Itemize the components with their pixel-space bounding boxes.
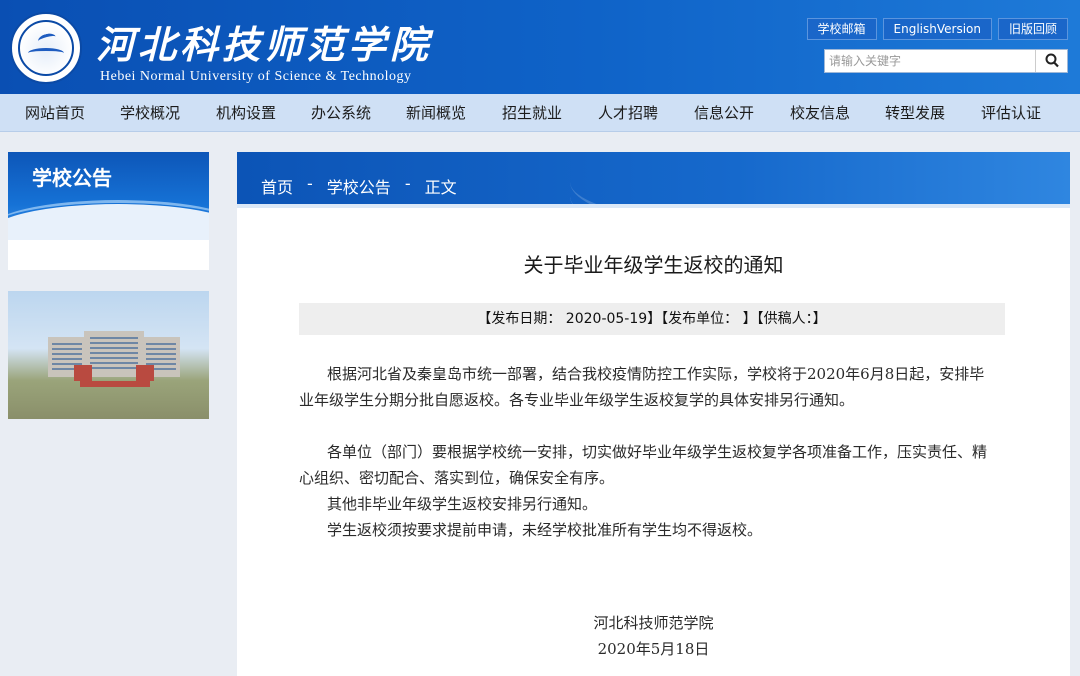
article-title: 关于毕业年级学生返校的通知 <box>523 253 784 277</box>
nav-item-disclosure[interactable]: 信息公开 <box>694 94 754 132</box>
nav-item-alumni[interactable]: 校友信息 <box>790 94 850 132</box>
search-button[interactable] <box>1035 50 1067 72</box>
content-header: 首页 - 学校公告 - 正文 <box>237 152 1070 208</box>
old-version-link[interactable]: 旧版回顾 <box>997 18 1068 40</box>
nav-item-office[interactable]: 办公系统 <box>311 94 371 132</box>
english-version-link[interactable]: EnglishVersion <box>882 18 992 40</box>
nav-item-news[interactable]: 新闻概览 <box>406 94 466 132</box>
logo-wave <box>28 48 64 58</box>
article-paragraph: 各单位（部门）要根据学校统一安排，切实做好毕业年级学生返校复学各项准备工作，压实… <box>299 443 988 487</box>
search-box <box>824 49 1068 73</box>
site-subtitle: Hebei Normal University of Science & Tec… <box>100 69 412 84</box>
top-links: 学校邮箱 EnglishVersion 旧版回顾 <box>806 18 1068 40</box>
school-email-link[interactable]: 学校邮箱 <box>806 18 877 40</box>
site-title[interactable]: 河北科技师范学院 <box>96 14 432 69</box>
article-panel: 首页 - 学校公告 - 正文 关于毕业年级学生返校的通知 【发布日期： 2020… <box>237 152 1070 676</box>
breadcrumb-home[interactable]: 首页 <box>261 174 293 198</box>
nav-item-overview[interactable]: 学校概况 <box>120 94 180 132</box>
breadcrumb-current: 正文 <box>424 178 457 197</box>
nav-item-transformation[interactable]: 转型发展 <box>885 94 945 132</box>
article-date: 2020年5月18日 <box>597 640 710 658</box>
header-swoosh <box>570 152 1070 208</box>
sidebar-title: 学校公告 <box>32 166 112 190</box>
sidebar-header: 学校公告 <box>8 152 209 240</box>
nav-item-admissions[interactable]: 招生就业 <box>502 94 562 132</box>
main-nav: 网站首页 学校概况 机构设置 办公系统 新闻概览 招生就业 人才招聘 信息公开 … <box>0 94 1080 132</box>
building-red-banner <box>80 381 150 387</box>
breadcrumb-announcements[interactable]: 学校公告 <box>327 174 391 198</box>
search-icon <box>1045 53 1059 68</box>
header-edge <box>237 204 1070 208</box>
sidebar-list <box>8 240 209 270</box>
nav-item-recruitment[interactable]: 人才招聘 <box>598 94 658 132</box>
nav-item-home[interactable]: 网站首页 <box>25 94 85 132</box>
article-meta: 【发布日期： 2020-05-19】【发布单位： 】【供稿人：】 <box>299 303 1005 335</box>
search-input[interactable] <box>825 50 1037 72</box>
building-center-windows <box>90 337 138 371</box>
building-red-gate-right <box>136 365 154 381</box>
article-paragraph: 学生返校须按要求提前申请，未经学校批准所有学生均不得返校。 <box>327 521 763 539</box>
site-header: 河北科技师范学院 Hebei Normal University of Scie… <box>0 0 1080 94</box>
breadcrumb: 首页 - 学校公告 - 正文 <box>261 174 457 198</box>
campus-building-image[interactable] <box>8 291 209 419</box>
article-paragraph: 其他非毕业年级学生返校安排另行通知。 <box>327 495 598 513</box>
nav-item-departments[interactable]: 机构设置 <box>216 94 276 132</box>
breadcrumb-separator: - <box>404 174 411 193</box>
breadcrumb-separator: - <box>307 174 313 193</box>
school-logo-icon[interactable] <box>10 12 82 84</box>
article-signature: 河北科技师范学院 <box>593 614 714 632</box>
article-paragraph: 根据河北省及秦皇岛市统一部署，结合我校疫情防控工作实际，学校将于2020年6月8… <box>299 365 985 409</box>
sidebar-header-sweep-fill <box>8 204 209 240</box>
building-red-gate-left <box>74 365 92 381</box>
nav-item-evaluation[interactable]: 评估认证 <box>981 94 1041 132</box>
